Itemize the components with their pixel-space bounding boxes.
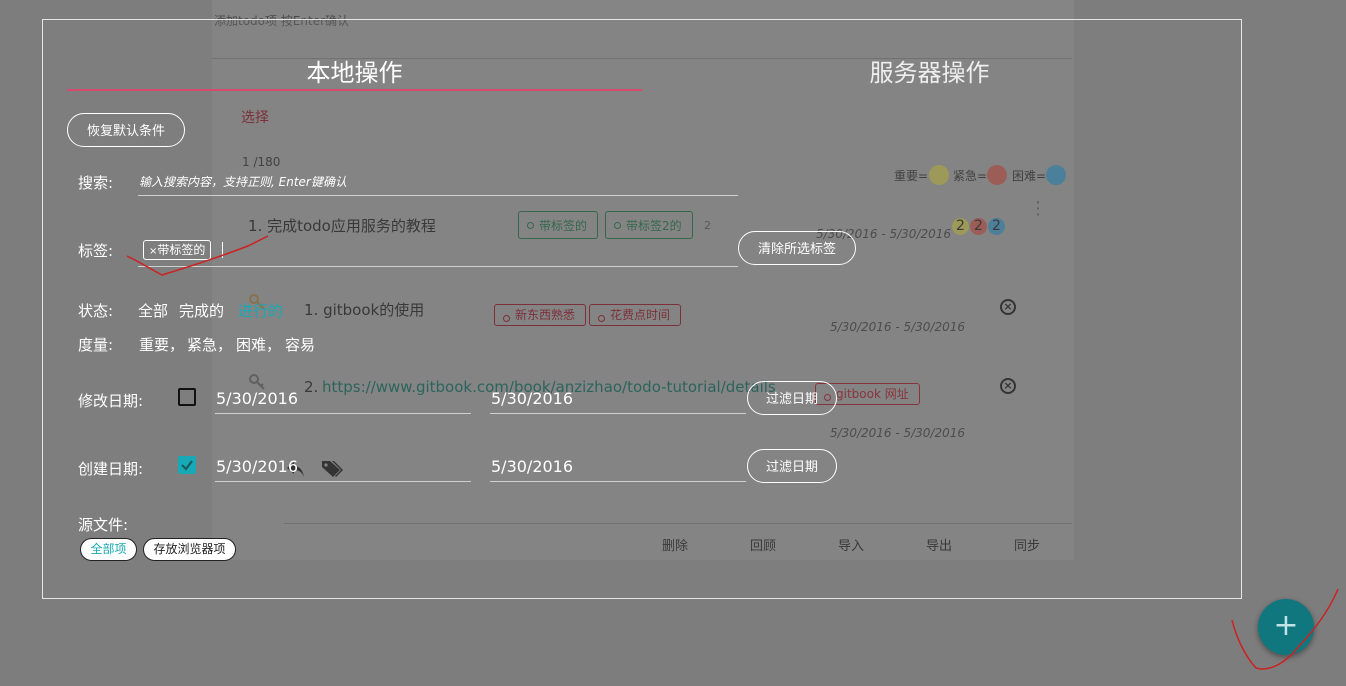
annotation-strokes [126,235,1339,670]
